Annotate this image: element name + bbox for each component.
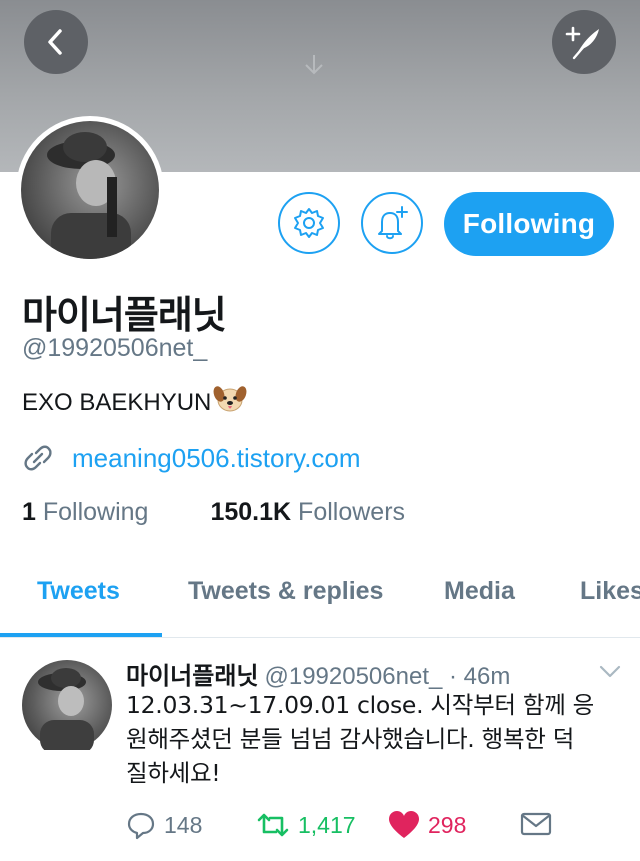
tweet-avatar[interactable] (22, 660, 112, 754)
envelope-icon (520, 812, 552, 836)
dog-face-emoji-icon (213, 384, 247, 421)
following-stat[interactable]: 1 Following (22, 498, 148, 527)
profile-stats: 1 Following 150.1K Followers (22, 498, 405, 527)
heart-icon (389, 811, 419, 838)
reply-icon (127, 812, 155, 840)
bell-plus-icon (378, 206, 408, 240)
following-count: 1 (22, 498, 36, 526)
following-stat-label: Following (42, 498, 149, 526)
compose-button[interactable] (552, 10, 616, 74)
reply-count: 148 (164, 811, 203, 838)
tweet-timestamp: · 46m (449, 663, 511, 690)
profile-handle: @19920506net_ (22, 334, 208, 362)
tab-tweets[interactable]: Tweets (37, 577, 120, 606)
tweet-text: 12.03.31~17.09.01 close. 시작부터 함께 응 원해주셨던… (126, 688, 616, 790)
tweet-author-name[interactable]: 마이너플래닛 (126, 662, 258, 690)
like-count: 298 (428, 811, 467, 838)
direct-message-button[interactable] (520, 810, 552, 838)
tweet-item[interactable]: 마이너플래닛 @19920506net_ · 46m 12.03.31~17.09… (0, 638, 640, 861)
active-tab-indicator (0, 633, 162, 637)
compose-feather-icon (565, 26, 599, 60)
profile-website[interactable]: meaning0506.tistory.com (22, 442, 361, 474)
profile-display-name: 마이너플래닛 (22, 293, 227, 337)
tab-media[interactable]: Media (444, 577, 515, 606)
gear-icon (294, 208, 324, 238)
profile-avatar[interactable] (16, 116, 164, 264)
tweet-text-line: 원해주셨던 분들 넘넘 감사했습니다. 행복한 덕 (126, 725, 575, 753)
reply-button[interactable]: 148 (126, 810, 202, 840)
followers-stat[interactable]: 150.1K Followers (210, 498, 405, 527)
settings-button[interactable] (278, 192, 340, 254)
tweet-text-line: 12.03.31~17.09.01 close. 시작부터 함께 응 (126, 691, 595, 719)
tab-tweets-and-replies[interactable]: Tweets & replies (188, 577, 383, 606)
followers-count: 150.1K (210, 498, 292, 526)
avatar-image (21, 121, 159, 259)
tweet-text-line: 질하세요! (126, 759, 221, 787)
tweet-header: 마이너플래닛 @19920506net_ · 46m (126, 656, 510, 691)
notifications-button[interactable] (361, 192, 423, 254)
followers-stat-label: Followers (298, 498, 406, 526)
bio-text: EXO BAEKHYUN (22, 388, 212, 416)
tweet-author-handle[interactable]: @19920506net_ (264, 663, 442, 690)
retweet-icon (257, 813, 289, 837)
chevron-left-icon (48, 29, 62, 55)
retweet-count: 1,417 (298, 811, 356, 838)
pull-down-arrow-icon (301, 52, 327, 83)
back-button[interactable] (24, 10, 88, 74)
profile-bio: EXO BAEKHYUN (22, 384, 247, 421)
retweet-button[interactable]: 1,417 (256, 810, 356, 840)
link-icon (24, 445, 52, 471)
profile-tabs: Tweets Tweets & replies Media Likes (0, 555, 640, 638)
chevron-down-icon[interactable] (598, 664, 622, 685)
like-button[interactable]: 298 (388, 810, 466, 840)
following-button[interactable]: Following (444, 192, 614, 256)
tab-likes[interactable]: Likes (580, 577, 640, 606)
website-link[interactable]: meaning0506.tistory.com (72, 443, 361, 474)
